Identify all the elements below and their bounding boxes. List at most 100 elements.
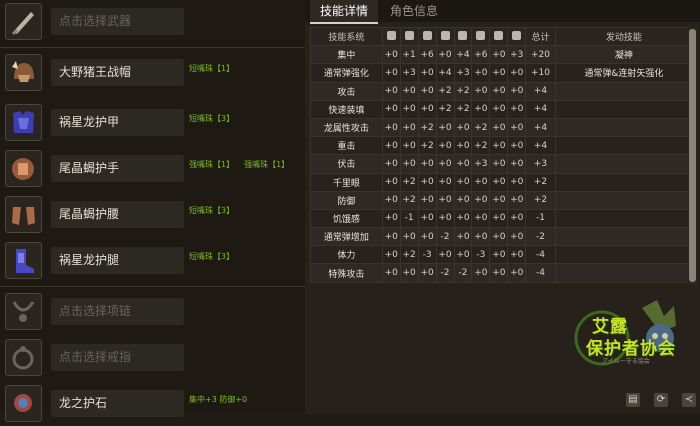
skill-value: -1 bbox=[525, 208, 556, 229]
skill-value: +1 bbox=[399, 45, 419, 65]
equipment-slot[interactable]: 祸星龙护腿 短嘴珠【3】 bbox=[0, 239, 305, 283]
skill-value: +0 bbox=[471, 263, 491, 283]
decoration-slots: 短嘴珠【3】 bbox=[189, 113, 244, 124]
skill-value: +0 bbox=[507, 154, 527, 174]
equipment-name[interactable]: 点击选择项链 bbox=[51, 298, 184, 325]
activated-skill bbox=[554, 136, 693, 156]
skill-value: +0 bbox=[453, 117, 473, 138]
greaves-icon bbox=[5, 242, 42, 279]
skill-name: 防御 bbox=[310, 190, 383, 210]
leg-icon bbox=[476, 30, 486, 40]
skill-value: +0 bbox=[453, 172, 473, 192]
equipment-name[interactable]: 尾晶蝎护腰 bbox=[51, 201, 184, 228]
activated-skill bbox=[554, 208, 693, 229]
skill-value: +2 bbox=[525, 190, 556, 210]
skill-value: +0 bbox=[417, 99, 437, 119]
tab-bar: 技能详情 角色信息 bbox=[305, 0, 700, 24]
table-row: 快速装填 +0 +0 +0 +2 +2 +0 +0 +0 +4 bbox=[310, 99, 693, 119]
skill-value: -4 bbox=[525, 263, 556, 283]
decoration-slots: 短嘴珠【1】 bbox=[189, 63, 244, 74]
equipment-slot[interactable]: 点击选择项链 bbox=[0, 290, 305, 334]
skill-value: +4 bbox=[525, 81, 556, 101]
skill-value: +20 bbox=[525, 45, 556, 65]
refresh-button[interactable]: ⟳ bbox=[654, 393, 668, 407]
column-header: 总计 bbox=[525, 27, 556, 47]
skill-value: +4 bbox=[453, 45, 473, 65]
skill-value: +0 bbox=[453, 190, 473, 210]
skill-value: +0 bbox=[435, 245, 455, 265]
waist-icon bbox=[458, 30, 468, 40]
skill-value: +6 bbox=[471, 45, 491, 65]
skill-value: +2 bbox=[435, 81, 455, 101]
skill-value: +3 bbox=[399, 63, 419, 83]
decoration-label: 强嘴珠【1】 bbox=[244, 160, 290, 169]
skill-value: +2 bbox=[453, 81, 473, 101]
equipment-name[interactable]: 点击选择戒指 bbox=[51, 344, 184, 371]
save-button[interactable]: ▤ bbox=[626, 393, 640, 407]
equipment-name[interactable]: 龙之护石 bbox=[51, 390, 184, 417]
table-scrollbar[interactable] bbox=[688, 27, 697, 285]
skill-value: +0 bbox=[399, 81, 419, 101]
equipment-name[interactable]: 祸星龙护甲 bbox=[51, 109, 184, 136]
skill-value: +0 bbox=[471, 172, 491, 192]
skill-value: +0 bbox=[417, 154, 437, 174]
skill-value: +0 bbox=[489, 99, 509, 119]
decoration-slots: 短嘴珠【3】 bbox=[189, 205, 244, 216]
skill-value: +0 bbox=[381, 117, 401, 138]
skill-value: +4 bbox=[435, 63, 455, 83]
table-row: 龙属性攻击 +0 +0 +2 +0 +0 +2 +0 +0 +4 bbox=[310, 117, 693, 138]
equipment-name[interactable]: 大野猪王战帽 bbox=[51, 59, 184, 86]
skill-value: +0 bbox=[453, 136, 473, 156]
skill-value: +3 bbox=[453, 63, 473, 83]
skill-value: +10 bbox=[525, 63, 556, 83]
sword-icon bbox=[386, 30, 396, 40]
skill-value: -2 bbox=[435, 263, 455, 283]
share-button[interactable]: ≺ bbox=[682, 393, 696, 407]
column-header-charm-icon bbox=[507, 27, 527, 47]
skill-value: +4 bbox=[525, 117, 556, 138]
skill-value: +0 bbox=[489, 136, 509, 156]
equipment-name[interactable]: 点击选择武器 bbox=[51, 8, 184, 35]
skill-name: 特殊攻击 bbox=[310, 263, 383, 283]
table-row: 伏击 +0 +0 +0 +0 +0 +3 +0 +0 +3 bbox=[310, 154, 693, 174]
skill-value: +0 bbox=[489, 81, 509, 101]
activated-skill bbox=[554, 172, 693, 192]
skill-value: +2 bbox=[525, 172, 556, 192]
equipment-slot[interactable]: 尾晶蝎护腰 短嘴珠【3】 bbox=[0, 193, 305, 237]
skill-value: +0 bbox=[381, 227, 401, 247]
skill-value: +0 bbox=[381, 208, 401, 229]
skill-value: +0 bbox=[453, 245, 473, 265]
necklace-icon bbox=[5, 293, 42, 330]
skill-value: +0 bbox=[381, 136, 401, 156]
equipment-slot[interactable]: 点击选择武器 bbox=[0, 0, 305, 44]
equipment-slot[interactable]: 点击选择戒指 bbox=[0, 336, 305, 380]
table-row: 重击 +0 +0 +2 +0 +0 +2 +0 +0 +4 bbox=[310, 136, 693, 156]
tab-character-info[interactable]: 角色信息 bbox=[380, 0, 448, 22]
skill-value: +0 bbox=[471, 81, 491, 101]
column-header: 技能系统 bbox=[310, 27, 383, 47]
equipment-slot[interactable]: 龙之护石 集中+3 防御+0 bbox=[0, 382, 305, 426]
share-icon: ≺ bbox=[684, 394, 694, 405]
activated-skill bbox=[554, 117, 693, 138]
equipment-slot[interactable]: 尾晶蝎护手 强嘴珠【1】 强嘴珠【1】 bbox=[0, 147, 305, 191]
skill-name: 龙属性攻击 bbox=[310, 117, 383, 138]
equipment-slot[interactable]: 祸星龙护甲 短嘴珠【3】 bbox=[0, 101, 305, 145]
logo-subtitle: アイルー守る協会 bbox=[602, 358, 650, 365]
scrollbar-thumb[interactable] bbox=[689, 29, 696, 282]
column-header: 发动技能 bbox=[554, 27, 693, 47]
skill-value: +0 bbox=[471, 99, 491, 119]
skill-value: +0 bbox=[435, 136, 455, 156]
skill-value: +0 bbox=[507, 263, 527, 283]
equipment-name[interactable]: 祸星龙护腿 bbox=[51, 247, 184, 274]
skill-value: +0 bbox=[399, 136, 419, 156]
activated-skill bbox=[554, 245, 693, 265]
refresh-icon: ⟳ bbox=[656, 394, 666, 405]
skill-value: +0 bbox=[507, 81, 527, 101]
skill-value: +3 bbox=[471, 154, 491, 174]
equipment-slot[interactable]: 大野猪王战帽 短嘴珠【1】 bbox=[0, 51, 305, 95]
equipment-name[interactable]: 尾晶蝎护手 bbox=[51, 155, 184, 182]
skill-value: -4 bbox=[525, 245, 556, 265]
skill-name: 快速装填 bbox=[310, 99, 383, 119]
skill-value: +0 bbox=[507, 245, 527, 265]
tab-skill-details[interactable]: 技能详情 bbox=[310, 0, 379, 24]
